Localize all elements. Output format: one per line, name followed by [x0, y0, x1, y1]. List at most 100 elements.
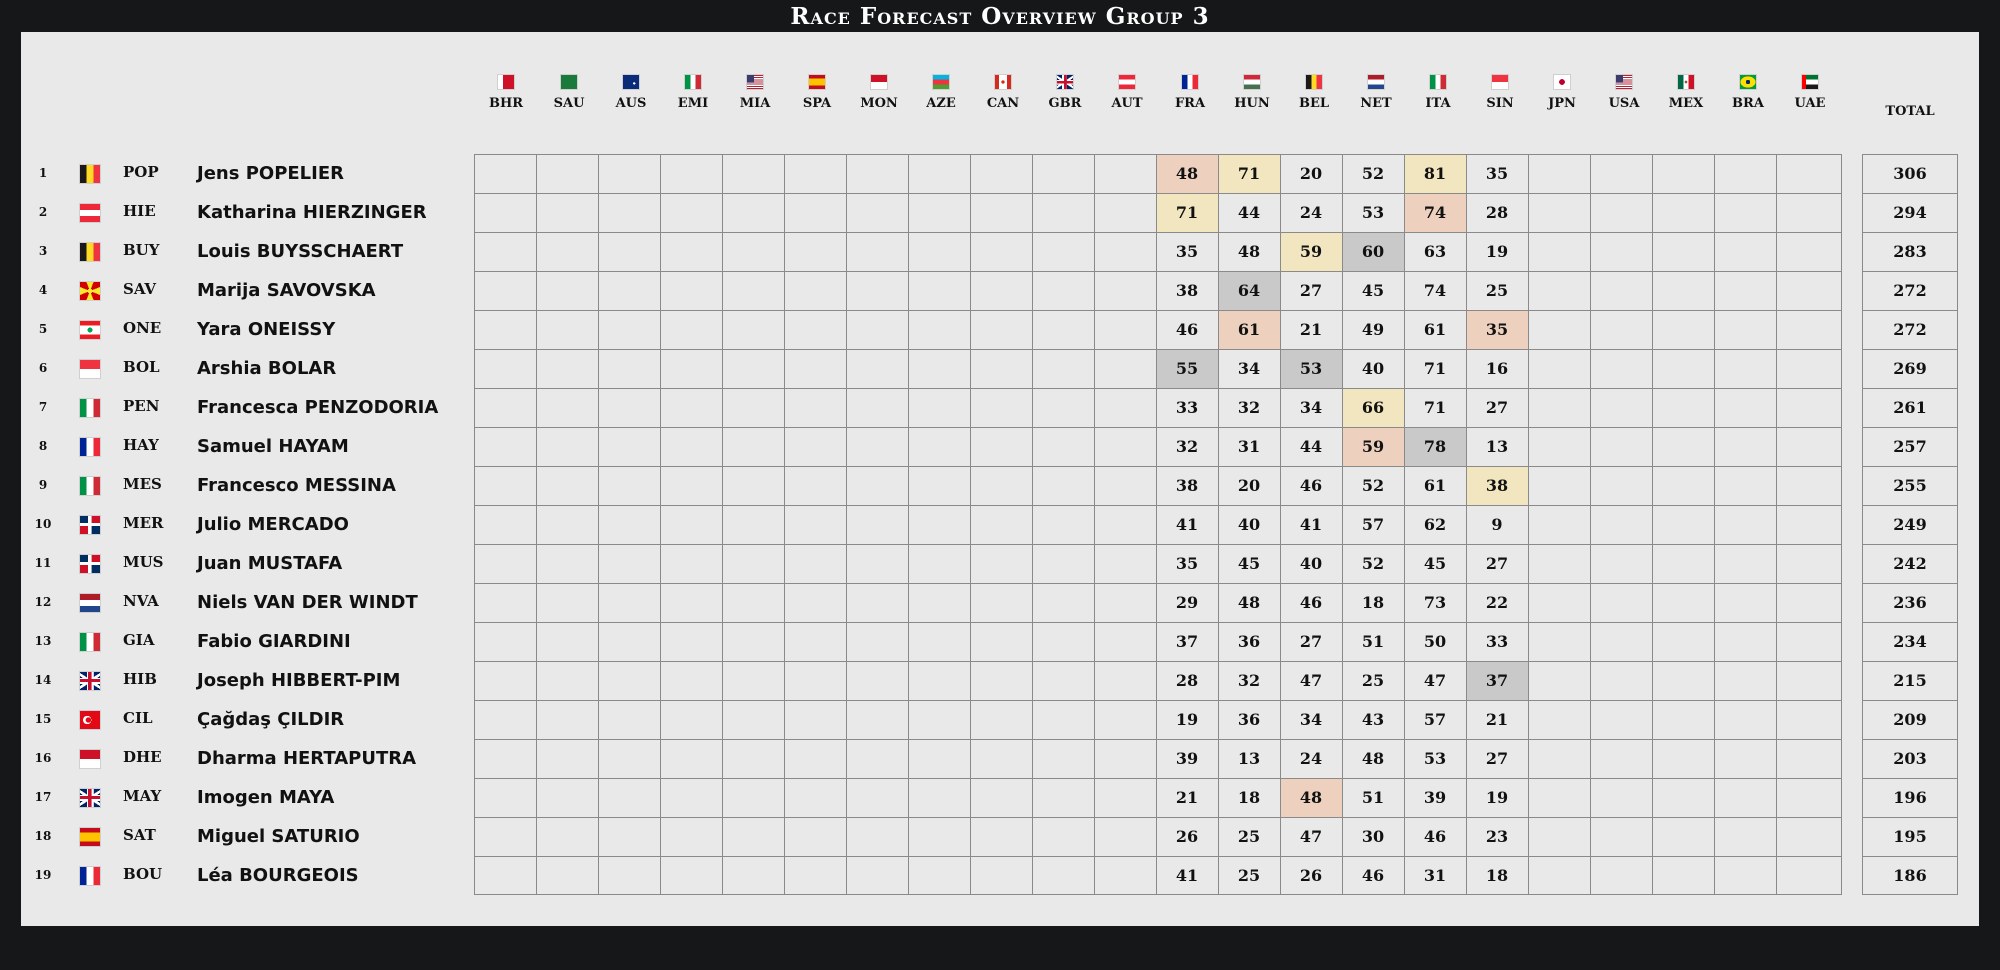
score-cell-ita: 45: [1423, 554, 1447, 573]
player-name: Jens POPELIER: [197, 163, 345, 184]
hungary-flag-icon: [1243, 74, 1261, 90]
player-code: CIL: [123, 709, 153, 727]
race-header-uae: UAE: [1779, 74, 1841, 111]
forecast-table-panel: BHR SAU AUS EMI MIA SPA MON AZE CAN GBR AUT FRA HUN B…: [21, 32, 1979, 926]
race-code: JPN: [1548, 96, 1576, 111]
score-cell-ita: 63: [1423, 242, 1447, 261]
score-cell-sin: 13: [1485, 437, 1509, 456]
score-cell-sin: 9: [1491, 515, 1503, 534]
race-code: USA: [1608, 96, 1640, 111]
player-code: POP: [123, 163, 159, 181]
player-name: Louis BUYSSCHAERT: [197, 241, 404, 262]
france-flag-icon: [79, 866, 101, 886]
monaco-flag-icon: [870, 74, 888, 90]
netherlands-flag-icon: [79, 593, 101, 613]
score-cell-net: 51: [1361, 788, 1385, 807]
score-cell-net: 51: [1361, 632, 1385, 651]
grid-column-divider: [1218, 154, 1219, 895]
rank-number: 18: [34, 829, 52, 843]
score-cell-net: 57: [1361, 515, 1385, 534]
race-header-mex: MEX: [1655, 74, 1717, 111]
race-header-mia: MIA: [724, 74, 786, 111]
score-cell-hun: 31: [1237, 437, 1261, 456]
race-header-aut: AUT: [1096, 74, 1158, 111]
race-header-spa: SPA: [786, 74, 848, 111]
score-cell-bel: 24: [1299, 203, 1323, 222]
grid-row-divider: [474, 622, 1842, 623]
table-row: 14 HIB Joseph HIBBERT-PIM 28 32 47 25 47 37 215: [21, 661, 1979, 700]
race-code: SPA: [802, 96, 832, 111]
score-cell-sin: 38: [1466, 466, 1528, 505]
table-row: 15 CIL Çağdaş ÇILDIR 19 36 34 43 57 21 209: [21, 700, 1979, 739]
score-cell-fra: 37: [1175, 632, 1199, 651]
grid-column-divider: [1404, 154, 1405, 895]
race-header-aze: AZE: [910, 74, 972, 111]
score-cell-ita: 73: [1423, 593, 1447, 612]
score-cell-fra: 38: [1175, 281, 1199, 300]
score-cell-bel: 26: [1299, 866, 1323, 885]
score-cell-bel: 34: [1299, 710, 1323, 729]
player-name: Miguel SATURIO: [197, 826, 360, 847]
table-row: 17 MAY Imogen MAYA 21 18 48 51 39 19 196: [21, 778, 1979, 817]
azerbaijan-flag-icon: [932, 74, 950, 90]
rank-number: 9: [38, 478, 48, 492]
total-column: [1862, 154, 1958, 895]
player-name: Julio MERCADO: [197, 514, 349, 535]
turkey-flag-icon: [79, 710, 101, 730]
score-cell-sin: 16: [1485, 359, 1509, 378]
race-code: BEL: [1298, 96, 1330, 111]
grid-row-divider: [474, 856, 1842, 857]
race-code: GBR: [1048, 96, 1082, 111]
rank-number: 17: [34, 790, 52, 804]
score-cell-sin: 18: [1485, 866, 1509, 885]
score-cell-sin: 35: [1466, 310, 1528, 349]
grid-column-divider: [1094, 154, 1095, 895]
table-row: 2 HIE Katharina HIERZINGER 71 44 24 53 74 28 294: [21, 193, 1979, 232]
rank-number: 5: [38, 322, 48, 336]
spain-flag-icon: [79, 827, 101, 847]
score-cell-sin: 28: [1485, 203, 1509, 222]
score-cell-fra: 33: [1175, 398, 1199, 417]
table-row: 11 MUS Juan MUSTAFA 35 45 40 52 45 27 242: [21, 544, 1979, 583]
dominican-flag-icon: [79, 515, 101, 535]
player-name: Fabio GIARDINI: [197, 631, 351, 652]
score-cell-sin: 33: [1485, 632, 1509, 651]
score-cell-net: 52: [1361, 476, 1385, 495]
score-cell-net: 25: [1361, 671, 1385, 690]
score-cell-fra: 19: [1175, 710, 1199, 729]
grid-row-divider: [474, 817, 1842, 818]
score-cell-ita: 74: [1423, 281, 1447, 300]
player-name: Joseph HIBBERT-PIM: [197, 670, 401, 691]
lebanon-flag-icon: [79, 320, 101, 340]
uk-flag-icon: [1056, 74, 1074, 90]
race-code: SIN: [1486, 96, 1514, 111]
score-cell-bel: 27: [1299, 281, 1323, 300]
score-cell-hun: 71: [1218, 154, 1280, 193]
grid-column-divider: [1714, 154, 1715, 895]
score-cell-bel: 47: [1299, 671, 1323, 690]
table-row: 18 SAT Miguel SATURIO 26 25 47 30 46 23 195: [21, 817, 1979, 856]
player-code: MAY: [123, 787, 162, 805]
score-cell-sin: 27: [1485, 554, 1509, 573]
table-row: 9 MES Francesco MESSINA 38 20 46 52 61 38 255: [21, 466, 1979, 505]
score-cell-bel: 47: [1299, 827, 1323, 846]
brazil-flag-icon: [1739, 74, 1757, 90]
score-cell-ita: 39: [1423, 788, 1447, 807]
race-header-fra: FRA: [1159, 74, 1221, 111]
score-cell-bel: 59: [1280, 232, 1342, 271]
grid-row-divider: [474, 271, 1842, 272]
indonesia-flag-icon: [79, 749, 101, 769]
race-code: HUN: [1234, 96, 1270, 111]
score-cell-net: 48: [1361, 749, 1385, 768]
netherlands-flag-icon: [1367, 74, 1385, 90]
race-code: AUT: [1111, 96, 1143, 111]
dominican-flag-icon: [79, 554, 101, 574]
score-cell-fra: 35: [1175, 242, 1199, 261]
score-cell-hun: 32: [1237, 398, 1261, 417]
singapore-flag-icon: [1491, 74, 1509, 90]
rank-number: 13: [34, 634, 52, 648]
rank-number: 6: [38, 361, 48, 375]
score-cell-bel: 40: [1299, 554, 1323, 573]
score-cell-net: 43: [1361, 710, 1385, 729]
player-code: MER: [123, 514, 164, 532]
